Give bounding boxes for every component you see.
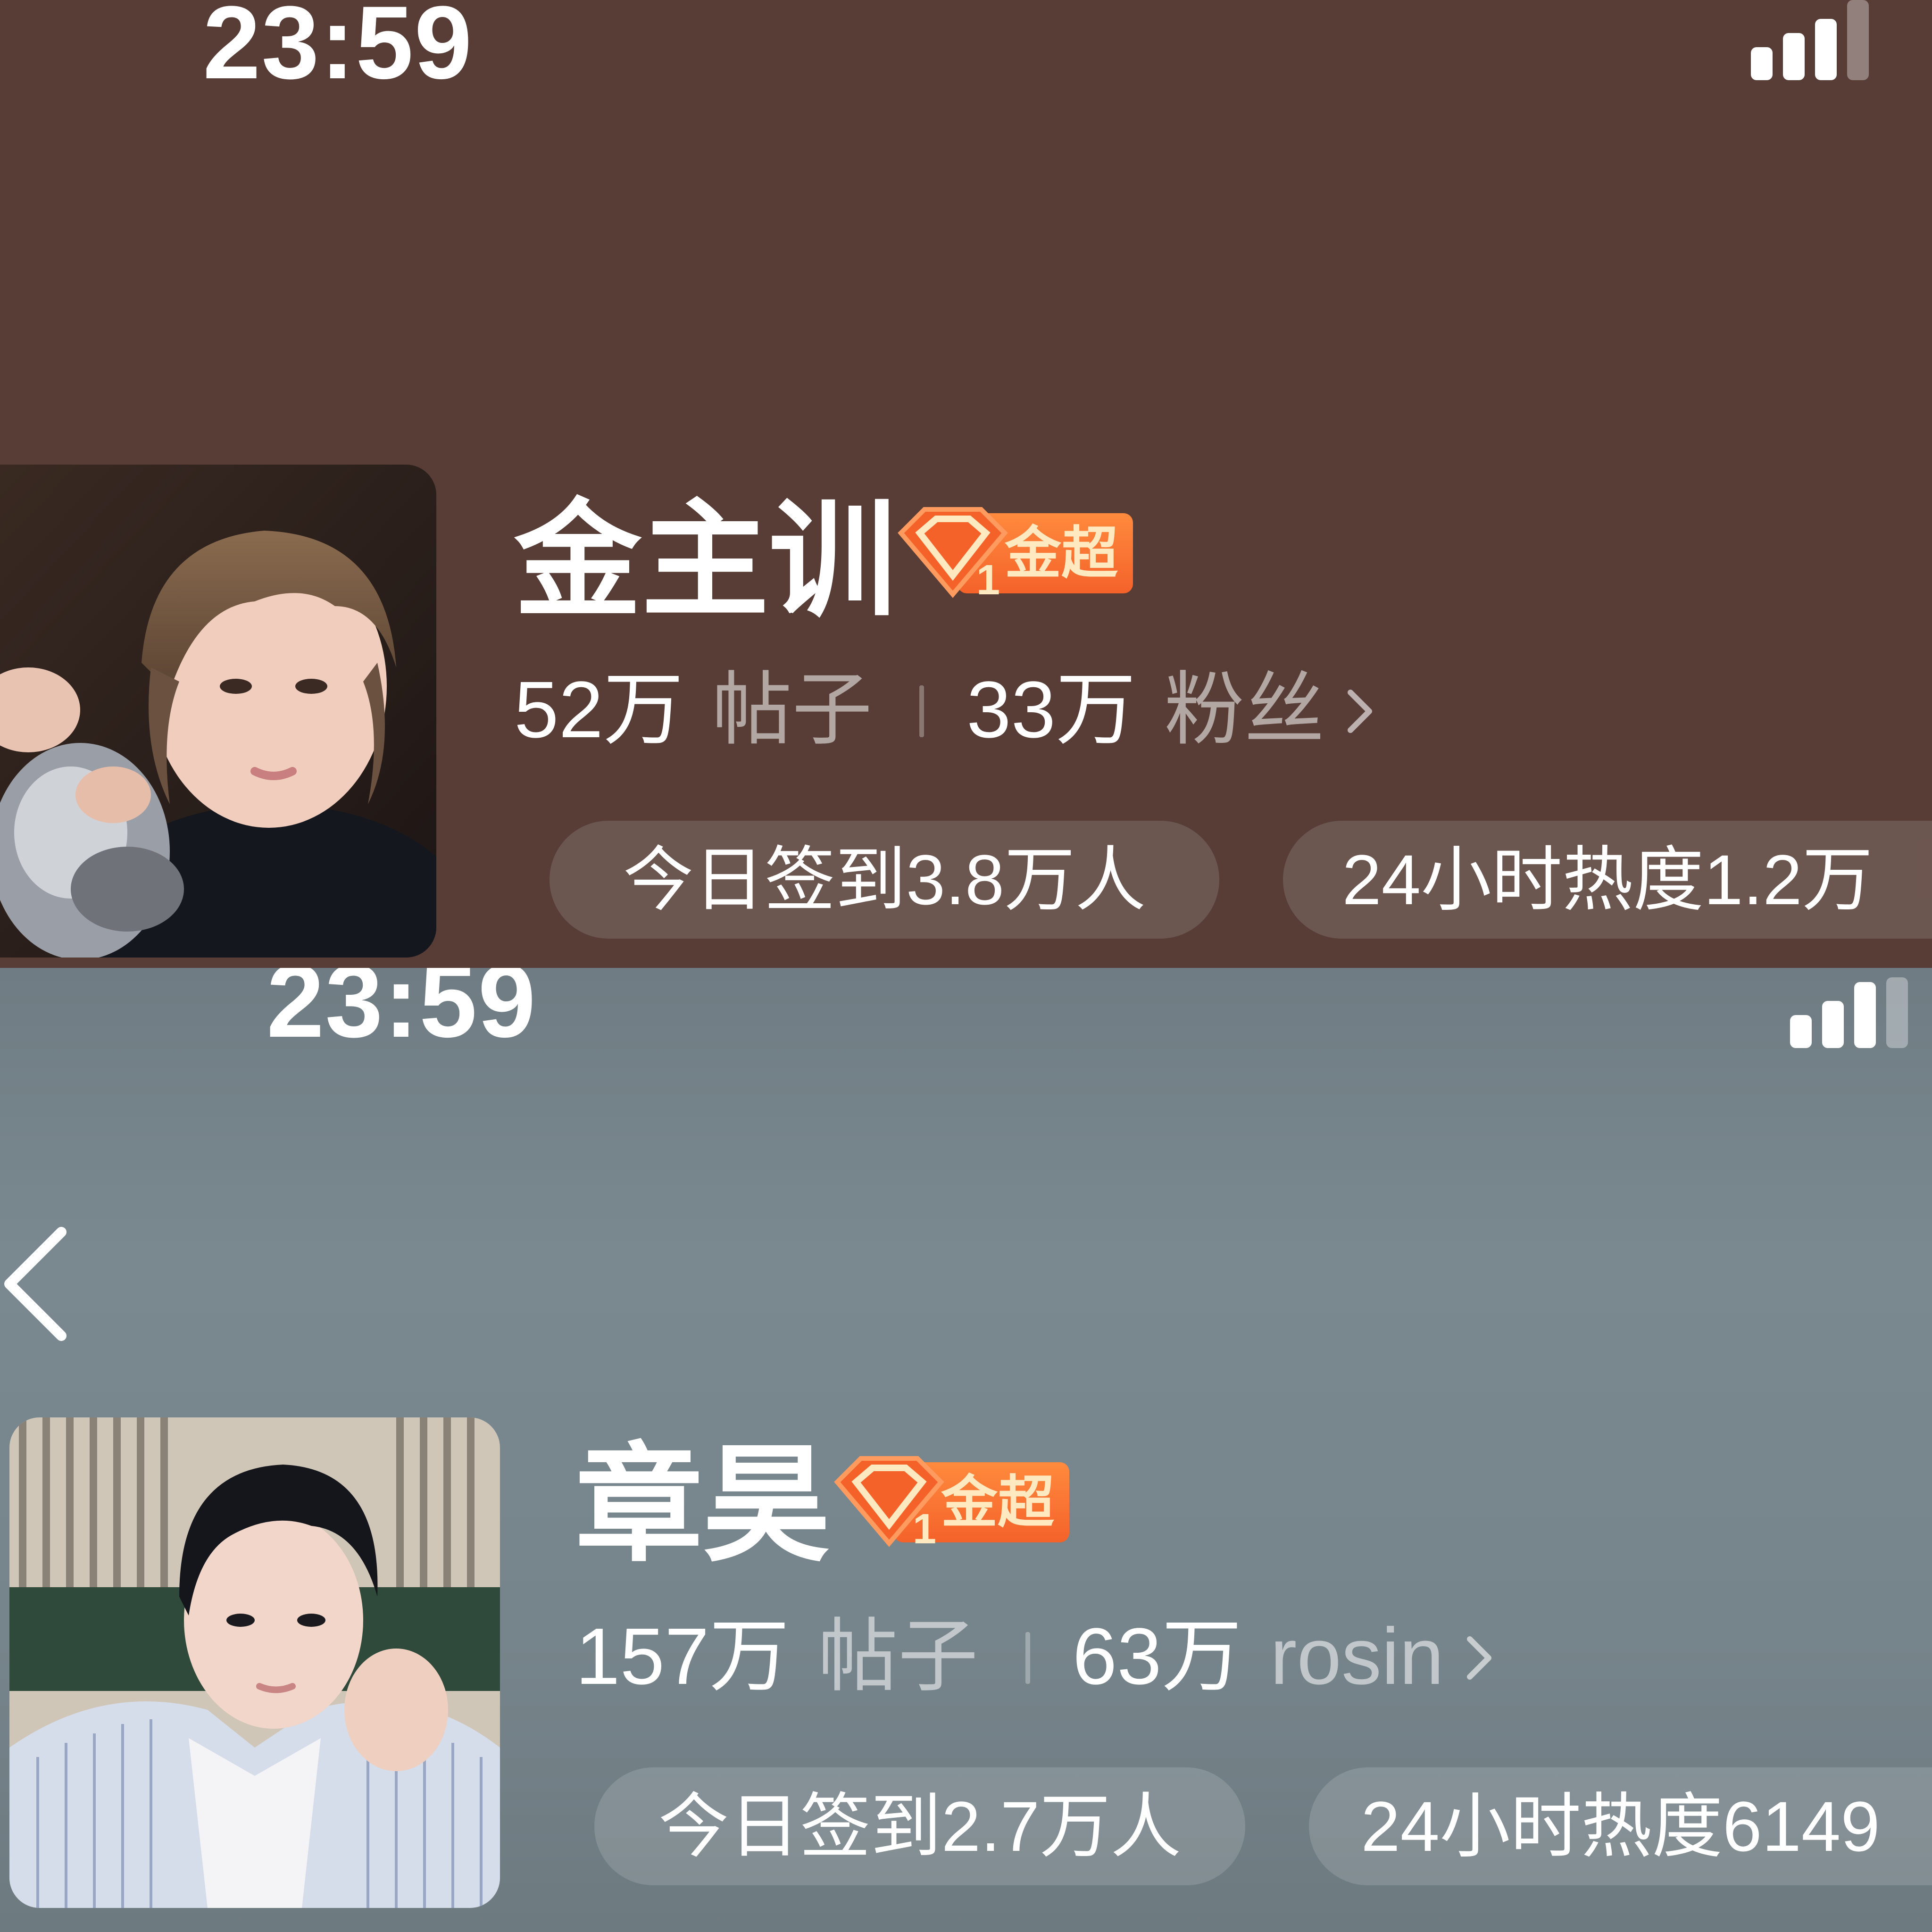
heat-chip[interactable]: 24小时热度6149 <box>1309 1767 1932 1885</box>
badge-rank: 1 <box>976 557 1000 599</box>
followers-count: 33万 <box>966 665 1136 755</box>
status-time: 23:59 <box>203 0 473 100</box>
posts-label[interactable]: 帖子 <box>712 670 872 750</box>
avatar[interactable] <box>9 1417 500 1908</box>
checkin-chip[interactable]: 今日签到3.8万人 <box>550 821 1219 939</box>
top-profile-screen: 23:59 金主训 金超 1 52万 帖子 33万 粉丝 今日签到3.8万人 2… <box>0 0 1932 968</box>
heat-chip[interactable]: 24小时热度1.2万 <box>1283 821 1932 939</box>
rank-badge: 金超 1 <box>891 505 1165 599</box>
posts-count: 157万 <box>575 1612 790 1701</box>
bottom-profile-screen: 23:59 章昊 金超 1 157万 帖子 63万 rosin 今日签到2.7万… <box>0 968 1932 1932</box>
followers-label[interactable]: rosin <box>1270 1616 1444 1697</box>
diamond-gem-icon: 1 <box>834 1456 944 1548</box>
checkin-chip[interactable]: 今日签到2.7万人 <box>594 1767 1245 1885</box>
stats-divider <box>919 685 924 737</box>
rank-badge: 金超 1 <box>828 1454 1101 1548</box>
posts-label[interactable]: 帖子 <box>818 1616 978 1697</box>
signal-icon <box>1785 968 1927 1048</box>
diamond-gem-icon: 1 <box>898 507 1008 599</box>
stats-row: 52万 帖子 33万 粉丝 <box>514 670 1376 750</box>
stats-row: 157万 帖子 63万 rosin <box>575 1616 1496 1697</box>
avatar-photo <box>0 465 436 958</box>
profile-name: 章昊 <box>575 1434 830 1576</box>
avatar-photo <box>9 1417 500 1908</box>
chevron-left-icon <box>4 1227 67 1341</box>
stats-divider <box>1025 1632 1030 1684</box>
chevron-right-icon[interactable] <box>1343 685 1376 737</box>
profile-name: 金主训 <box>514 490 896 632</box>
avatar[interactable] <box>0 465 436 958</box>
badge-rank: 1 <box>913 1506 936 1548</box>
posts-count: 52万 <box>514 665 684 755</box>
signal-icon <box>1745 0 1887 80</box>
chevron-right-icon[interactable] <box>1463 1632 1496 1684</box>
followers-count: 63万 <box>1072 1612 1242 1701</box>
followers-label[interactable]: 粉丝 <box>1164 670 1324 750</box>
status-time: 23:59 <box>266 968 537 1059</box>
back-button[interactable] <box>0 1223 75 1345</box>
